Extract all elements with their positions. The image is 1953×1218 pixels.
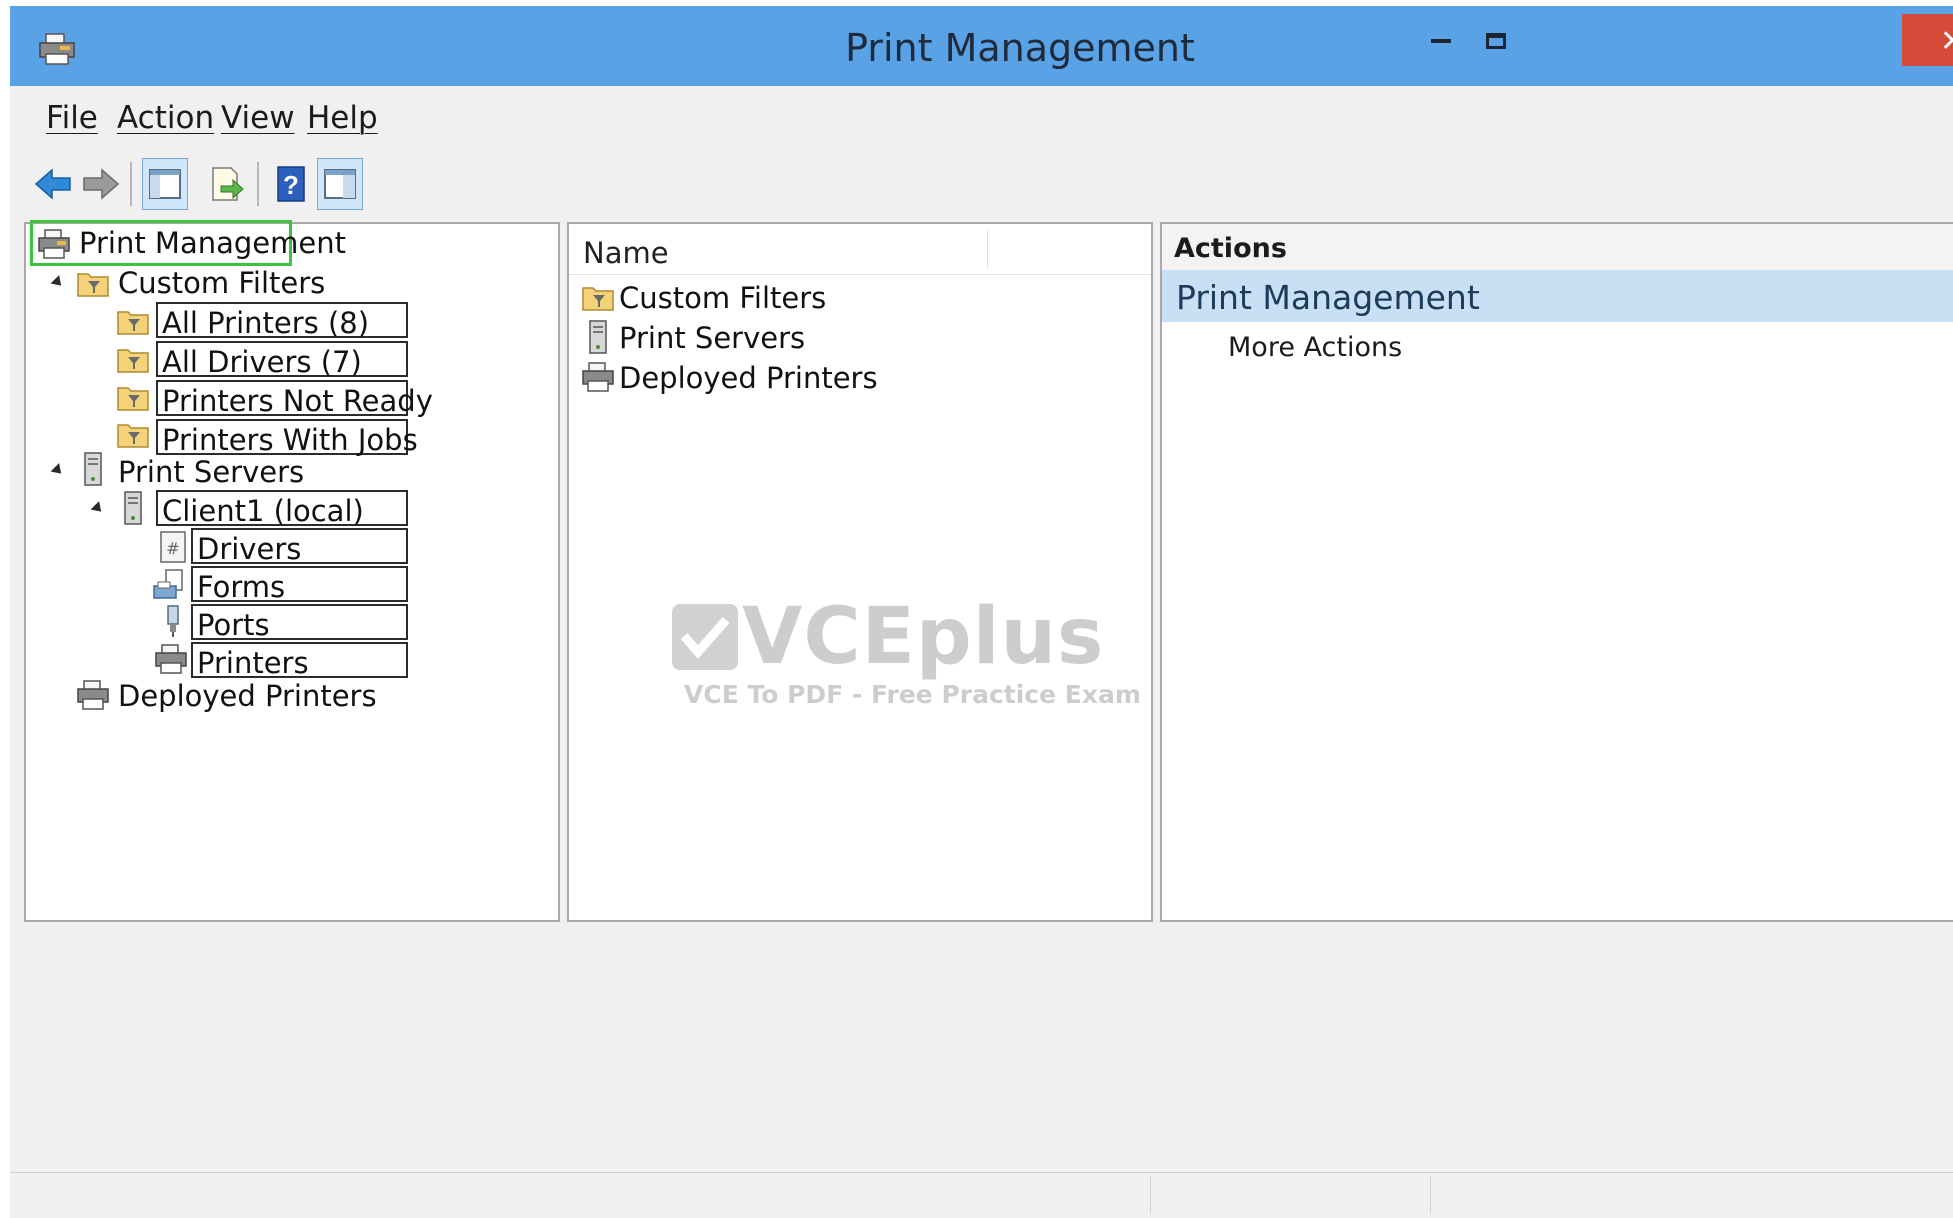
console-tree-pane[interactable]: Print Management Custom Filters All Prin… — [24, 220, 560, 922]
title-bar[interactable]: Print Management ✕ — [10, 6, 1953, 86]
tree-label: Drivers — [197, 532, 302, 566]
tree-label: Client1 (local) — [162, 494, 364, 528]
show-hide-action-pane-icon — [324, 169, 356, 199]
filter-folder-icon — [117, 424, 149, 448]
deployed-printer-icon — [582, 362, 614, 392]
menu-action[interactable]: Action — [117, 100, 214, 136]
actions-section-title: Print Management — [1176, 278, 1480, 317]
tree-item-forms[interactable]: Forms — [191, 566, 408, 604]
tree-label: Printers With Jobs — [162, 423, 418, 457]
print-management-window: Print Management ✕ File Action View Help — [10, 6, 1953, 1218]
export-list-icon — [212, 167, 244, 201]
close-icon: ✕ — [1940, 24, 1953, 59]
help-button[interactable]: ? — [268, 158, 314, 210]
tree-item-deployed-printers[interactable]: Deployed Printers — [118, 679, 377, 713]
svg-text:?: ? — [283, 170, 299, 200]
forward-button[interactable] — [78, 158, 124, 210]
show-hide-console-tree-icon — [149, 169, 181, 199]
list-item-label: Print Servers — [619, 321, 806, 355]
tree-label: Ports — [197, 608, 270, 642]
collapse-arrow-icon[interactable] — [50, 463, 66, 478]
tree-label: Printers — [197, 646, 309, 680]
status-divider — [1430, 1177, 1431, 1213]
tree-label: Printers Not Ready — [162, 384, 433, 418]
menu-help[interactable]: Help — [307, 100, 378, 136]
actions-title: Actions — [1174, 233, 1287, 264]
server-icon — [84, 452, 102, 486]
forward-arrow-icon — [83, 168, 120, 200]
tree-item-printers[interactable]: Printers — [191, 642, 408, 680]
menu-view[interactable]: View — [221, 100, 295, 136]
results-list-pane[interactable]: Name Custom Filters Print Servers Deploy… — [567, 222, 1153, 922]
status-bar — [10, 1172, 1953, 1218]
filter-folder-icon — [582, 287, 614, 311]
actions-pane: Actions Print Management More Actions — [1160, 222, 1953, 922]
tree-item-all-drivers[interactable]: All Drivers (7) — [156, 341, 408, 379]
back-button[interactable] — [30, 158, 76, 210]
collapse-arrow-icon[interactable] — [90, 501, 106, 516]
tree-item-client1-local[interactable]: Client1 (local) — [156, 490, 408, 528]
tree-label: All Printers (8) — [162, 306, 370, 340]
column-header-name[interactable]: Name — [583, 236, 669, 270]
help-icon: ? — [277, 166, 305, 202]
filter-folder-icon — [117, 387, 149, 411]
server-icon — [124, 491, 142, 525]
toolbar: ? — [10, 148, 1953, 223]
collapse-arrow-icon[interactable] — [50, 275, 66, 290]
minimize-button[interactable] — [1412, 14, 1470, 64]
filter-folder-icon — [117, 311, 149, 335]
tree-label: Forms — [197, 570, 286, 604]
tree-item-drivers[interactable]: Drivers — [191, 528, 408, 566]
maximize-button[interactable] — [1467, 14, 1525, 64]
show-hide-action-pane-button[interactable] — [317, 158, 363, 210]
printer-icon — [38, 229, 70, 259]
printer-icon — [155, 644, 187, 674]
tree-label: All Drivers (7) — [162, 345, 362, 379]
drivers-icon: # — [160, 531, 186, 563]
tree-item-ports[interactable]: Ports — [191, 604, 408, 642]
tree-item-all-printers[interactable]: All Printers (8) — [156, 302, 408, 340]
menu-file[interactable]: File — [46, 100, 98, 136]
forms-icon — [153, 569, 183, 599]
actions-header: Actions — [1162, 224, 1953, 271]
deployed-printer-icon — [77, 680, 109, 710]
server-icon — [589, 320, 607, 354]
more-actions-link[interactable]: More Actions — [1228, 332, 1402, 363]
list-item[interactable]: Deployed Printers — [579, 358, 979, 398]
back-arrow-icon — [34, 168, 71, 200]
tree-item-custom-filters[interactable]: Custom Filters — [118, 266, 325, 300]
window-title: Print Management — [845, 26, 1195, 70]
content-area: Print Management Custom Filters All Prin… — [10, 220, 1953, 1172]
show-hide-console-tree-button[interactable] — [142, 158, 188, 210]
list-item[interactable]: Print Servers — [579, 318, 979, 358]
svg-text:#: # — [166, 539, 179, 558]
tree-item-printers-with-jobs[interactable]: Printers With Jobs — [156, 419, 418, 457]
filter-folder-icon — [117, 349, 149, 373]
list-item-label: Deployed Printers — [619, 361, 878, 395]
column-divider[interactable] — [987, 230, 988, 270]
minimize-icon — [1431, 38, 1451, 43]
filter-folder-icon — [77, 273, 109, 297]
close-button[interactable]: ✕ — [1902, 14, 1953, 66]
maximize-icon — [1486, 32, 1506, 49]
menu-bar: File Action View Help — [10, 86, 1953, 149]
port-icon — [167, 605, 179, 637]
tree-item-printers-not-ready[interactable]: Printers Not Ready — [156, 380, 433, 418]
tree-item-print-management[interactable]: Print Management — [30, 220, 346, 266]
status-divider — [1150, 1177, 1151, 1213]
list-item[interactable]: Custom Filters — [579, 278, 979, 318]
actions-section-header[interactable]: Print Management — [1162, 270, 1953, 322]
toolbar-separator — [257, 162, 259, 206]
list-item-label: Custom Filters — [619, 281, 827, 315]
tree-label: Print Management — [79, 226, 346, 260]
tree-item-print-servers[interactable]: Print Servers — [118, 455, 304, 489]
list-header: Name — [569, 224, 1151, 275]
toolbar-separator — [130, 162, 132, 206]
export-list-button[interactable] — [203, 158, 249, 210]
